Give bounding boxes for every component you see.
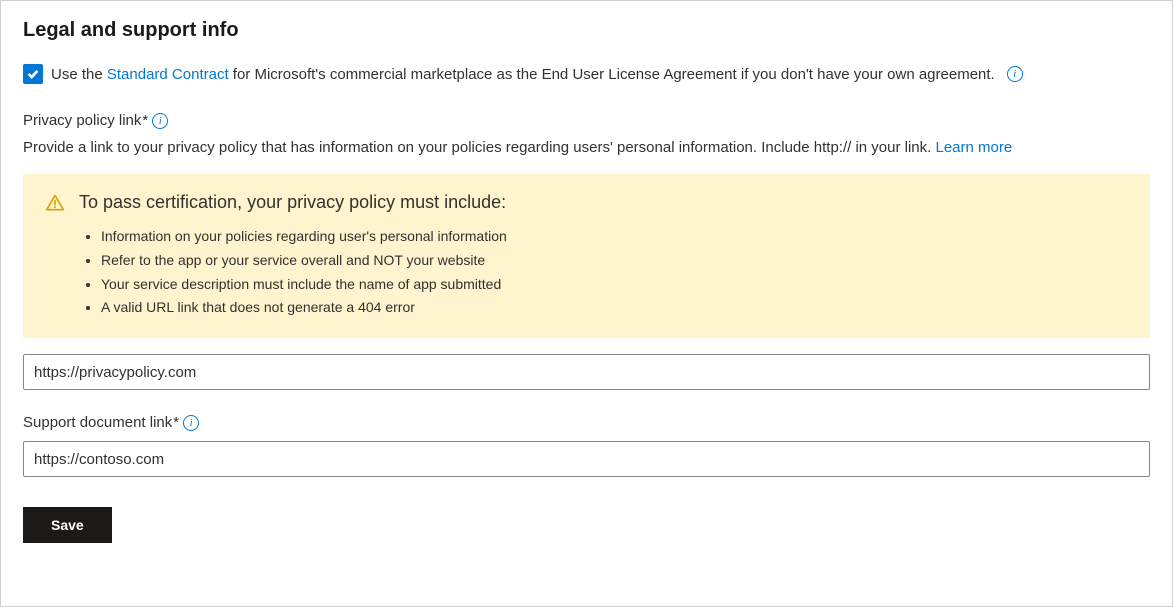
page-title: Legal and support info bbox=[23, 19, 1150, 42]
list-item: Refer to the app or your service overall… bbox=[101, 249, 1128, 273]
warning-icon bbox=[45, 193, 65, 213]
privacy-helper-text: Provide a link to your privacy policy th… bbox=[23, 139, 1150, 156]
list-item: A valid URL link that does not generate … bbox=[101, 296, 1128, 320]
standard-contract-row: Use the Standard Contract for Microsoft'… bbox=[23, 64, 1150, 84]
support-document-label: Support document link* i bbox=[23, 414, 1150, 431]
learn-more-link[interactable]: Learn more bbox=[936, 139, 1013, 156]
privacy-policy-label: Privacy policy link* i bbox=[23, 112, 1150, 129]
certification-warning: To pass certification, your privacy poli… bbox=[23, 174, 1150, 338]
warning-title: To pass certification, your privacy poli… bbox=[79, 192, 506, 213]
info-icon[interactable]: i bbox=[183, 415, 199, 431]
save-button[interactable]: Save bbox=[23, 507, 112, 543]
info-icon[interactable]: i bbox=[1007, 66, 1023, 82]
list-item: Your service description must include th… bbox=[101, 273, 1128, 297]
list-item: Information on your policies regarding u… bbox=[101, 225, 1128, 249]
standard-contract-link[interactable]: Standard Contract bbox=[107, 66, 229, 83]
info-icon[interactable]: i bbox=[152, 113, 168, 129]
warning-list: Information on your policies regarding u… bbox=[45, 225, 1128, 320]
support-document-input[interactable] bbox=[23, 441, 1150, 477]
standard-contract-checkbox[interactable] bbox=[23, 64, 43, 84]
standard-contract-label: Use the Standard Contract for Microsoft'… bbox=[51, 66, 995, 83]
checkmark-icon bbox=[26, 67, 40, 81]
privacy-policy-input[interactable] bbox=[23, 354, 1150, 390]
